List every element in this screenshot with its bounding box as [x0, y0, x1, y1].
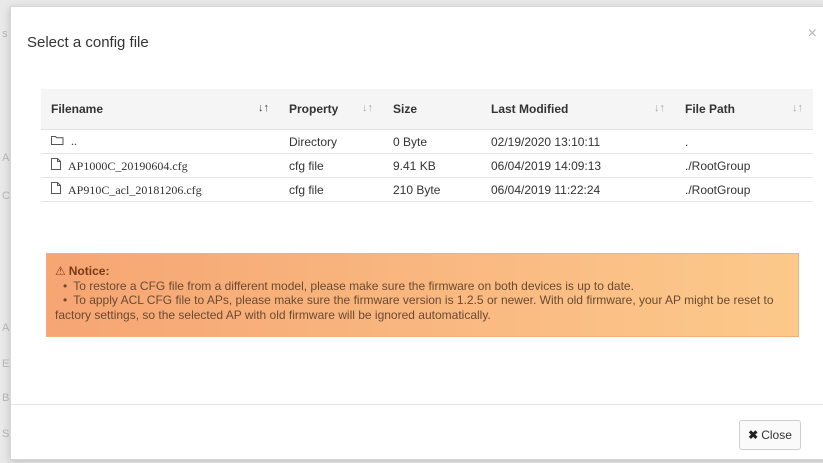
path-cell: ./RootGroup — [675, 153, 813, 178]
select-config-modal: Select a config file × Filename ↓↑ Prope… — [10, 6, 823, 460]
file-icon — [51, 181, 64, 197]
background-letter: s — [2, 28, 8, 40]
size-cell: 0 Byte — [383, 129, 481, 154]
property-cell: Directory — [279, 129, 383, 154]
column-header-filename[interactable]: Filename ↓↑ — [41, 89, 279, 130]
close-button-label: Close — [761, 428, 792, 442]
background-letter: E — [2, 358, 10, 370]
background-letter: B — [2, 392, 10, 404]
property-cell: cfg file — [279, 177, 383, 202]
folder-icon — [51, 134, 67, 148]
sort-icon[interactable]: ↓↑ — [362, 102, 373, 114]
warning-icon: ⚠ — [55, 264, 66, 278]
notice-item: • To apply ACL CFG file to APs, please ma… — [55, 293, 774, 322]
close-button[interactable]: ✖ Close — [739, 420, 801, 450]
background-letter: A — [2, 152, 10, 164]
size-cell: 210 Byte — [383, 177, 481, 202]
size-cell: 9.41 KB — [383, 153, 481, 178]
close-x-icon: ✖ — [748, 428, 759, 442]
notice-header: ⚠ Notice: — [55, 264, 788, 279]
property-cell: cfg file — [279, 153, 383, 178]
notice-box: ⚠ Notice: • To restore a CFG file from a d… — [46, 253, 799, 337]
notice-title: Notice: — [68, 264, 110, 278]
sort-icon[interactable]: ↓↑ — [792, 102, 803, 114]
table-header-row: Filename ↓↑ Property ↓↑ Size Last Modifi… — [41, 89, 813, 130]
column-header-property[interactable]: Property ↓↑ — [279, 89, 383, 130]
sort-icon[interactable]: ↓↑ — [258, 102, 269, 114]
notice-list: • To restore a CFG file from a different … — [55, 279, 788, 323]
filename-cell[interactable]: AP1000C_20190604.cfg — [41, 153, 279, 178]
bullet-icon: • — [63, 293, 68, 307]
path-cell: . — [675, 129, 813, 154]
table-row[interactable]: AP1000C_20190604.cfg cfg file 9.41 KB 06… — [41, 153, 813, 178]
background-letter: A — [2, 322, 10, 334]
footer-divider — [11, 404, 823, 405]
path-cell: ./RootGroup — [675, 177, 813, 202]
background-letter: S — [2, 428, 10, 440]
table-row[interactable]: .. Directory 0 Byte 02/19/2020 13:10:11 … — [41, 129, 813, 154]
modified-cell: 02/19/2020 13:10:11 — [481, 129, 675, 154]
filename-cell[interactable]: AP910C_acl_20181206.cfg — [41, 177, 279, 202]
file-table: Filename ↓↑ Property ↓↑ Size Last Modifi… — [41, 89, 813, 202]
file-icon — [51, 157, 64, 173]
filename-cell[interactable]: .. — [41, 129, 279, 154]
close-icon[interactable]: × — [808, 25, 817, 43]
modified-cell: 06/04/2019 11:22:24 — [481, 177, 675, 202]
notice-item: • To restore a CFG file from a different … — [63, 278, 634, 293]
modified-cell: 06/04/2019 14:09:13 — [481, 153, 675, 178]
background-letter: C — [2, 190, 10, 202]
column-header-last-modified[interactable]: Last Modified ↓↑ — [481, 89, 675, 130]
modal-title: Select a config file — [27, 34, 149, 51]
bullet-icon: • — [63, 278, 68, 293]
table-row[interactable]: AP910C_acl_20181206.cfg cfg file 210 Byt… — [41, 177, 813, 202]
column-header-file-path[interactable]: File Path ↓↑ — [675, 89, 813, 130]
sort-icon[interactable]: ↓↑ — [654, 102, 665, 114]
column-header-size[interactable]: Size — [383, 89, 481, 130]
